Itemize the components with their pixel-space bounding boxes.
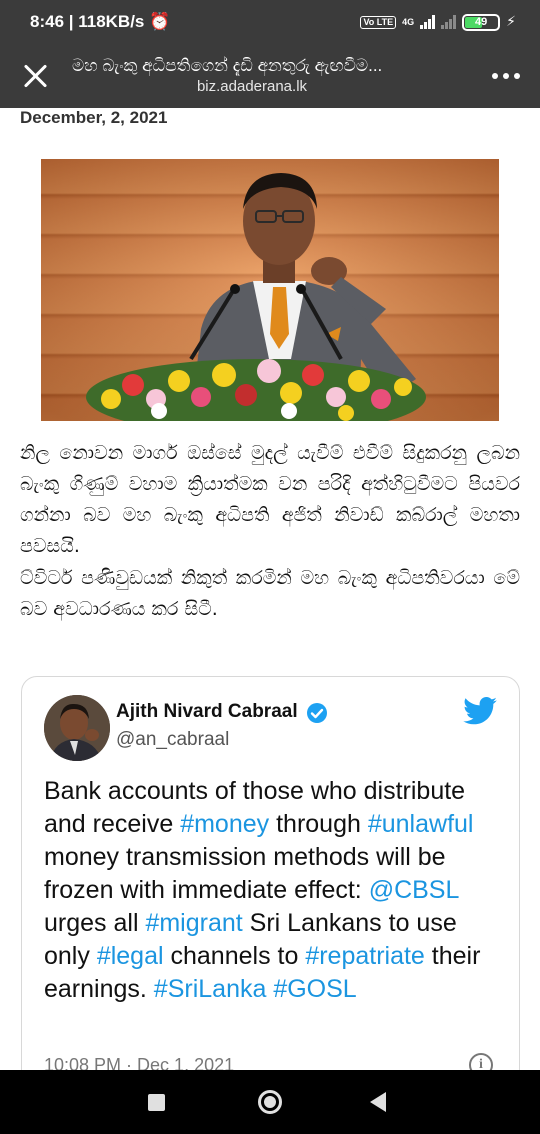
hashtag-link[interactable]: #unlawful [368,810,474,838]
hashtag-link[interactable]: #legal [97,942,164,970]
network-type: 4G [402,17,415,27]
verified-icon [307,703,327,723]
mention-link[interactable]: @CBSL [369,876,459,904]
status-clock: 8:46 [30,12,65,31]
status-icons: Vo LTE 4G 49 ⚡ [360,12,516,32]
page-url[interactable]: biz.adaderana.lk [72,78,432,95]
home-icon[interactable] [258,1090,282,1114]
status-speed: 118KB/s [78,12,145,31]
battery-level: 49 [475,16,488,28]
alarm-off-icon: ⏰ [149,12,171,31]
close-icon[interactable] [20,60,52,92]
hashtag-link[interactable]: #GOSL [273,975,356,1003]
page-title: මහ බැංකු අධිපතිගෙන් දැඩි අනතුරු ඇඟවීම... [72,56,383,75]
browser-header: මහ බැංකු අධිපතිගෙන් දැඩි අනතුරු ඇඟවීම...… [0,44,540,108]
article-photo [41,159,499,421]
tweet-text-segment: urges all [44,909,146,937]
article-paragraph: නිල නොවන මාර්ග ඔස්සේ මුදල් යැවීම් එවීම් … [20,442,520,557]
back-icon[interactable] [370,1092,386,1112]
signal-icon [420,15,436,29]
recents-icon[interactable] [148,1094,165,1111]
status-time: 8:46 | 118KB/s ⏰ [30,12,171,31]
tweet-text: Bank accounts of those who distribute an… [44,775,504,1006]
volte-icon: Vo LTE [360,15,397,29]
hashtag-link[interactable]: #money [180,810,269,838]
hashtag-link[interactable]: #SriLanka [154,975,267,1003]
hashtag-link[interactable]: #repatriate [305,942,425,970]
battery-icon: 49 [462,13,501,31]
article-date: December, 2, 2021 [20,108,168,127]
status-bar: 8:46 | 118KB/s ⏰ Vo LTE 4G 49 ⚡ [0,0,540,44]
twitter-bird-icon[interactable] [463,697,497,725]
avatar[interactable] [44,695,110,761]
tweet-text-segment: through [269,810,368,838]
embedded-tweet[interactable]: Ajith Nivard Cabraal @an_cabraal Bank ac… [21,676,520,1096]
article-paragraph: ට්විටර් පණිවුඩයක් නිකුත් කරමින් මහ බැංකු… [20,567,520,620]
hashtag-link[interactable]: #migrant [145,909,242,937]
more-icon[interactable] [492,73,520,79]
signal-2-icon [441,15,457,29]
tweet-author-handle[interactable]: @an_cabraal [116,729,229,751]
tweet-author-name[interactable]: Ajith Nivard Cabraal [116,701,298,723]
charging-icon: ⚡ [506,14,516,30]
navigation-bar [0,1070,540,1134]
tweet-text-segment: channels to [163,942,306,970]
